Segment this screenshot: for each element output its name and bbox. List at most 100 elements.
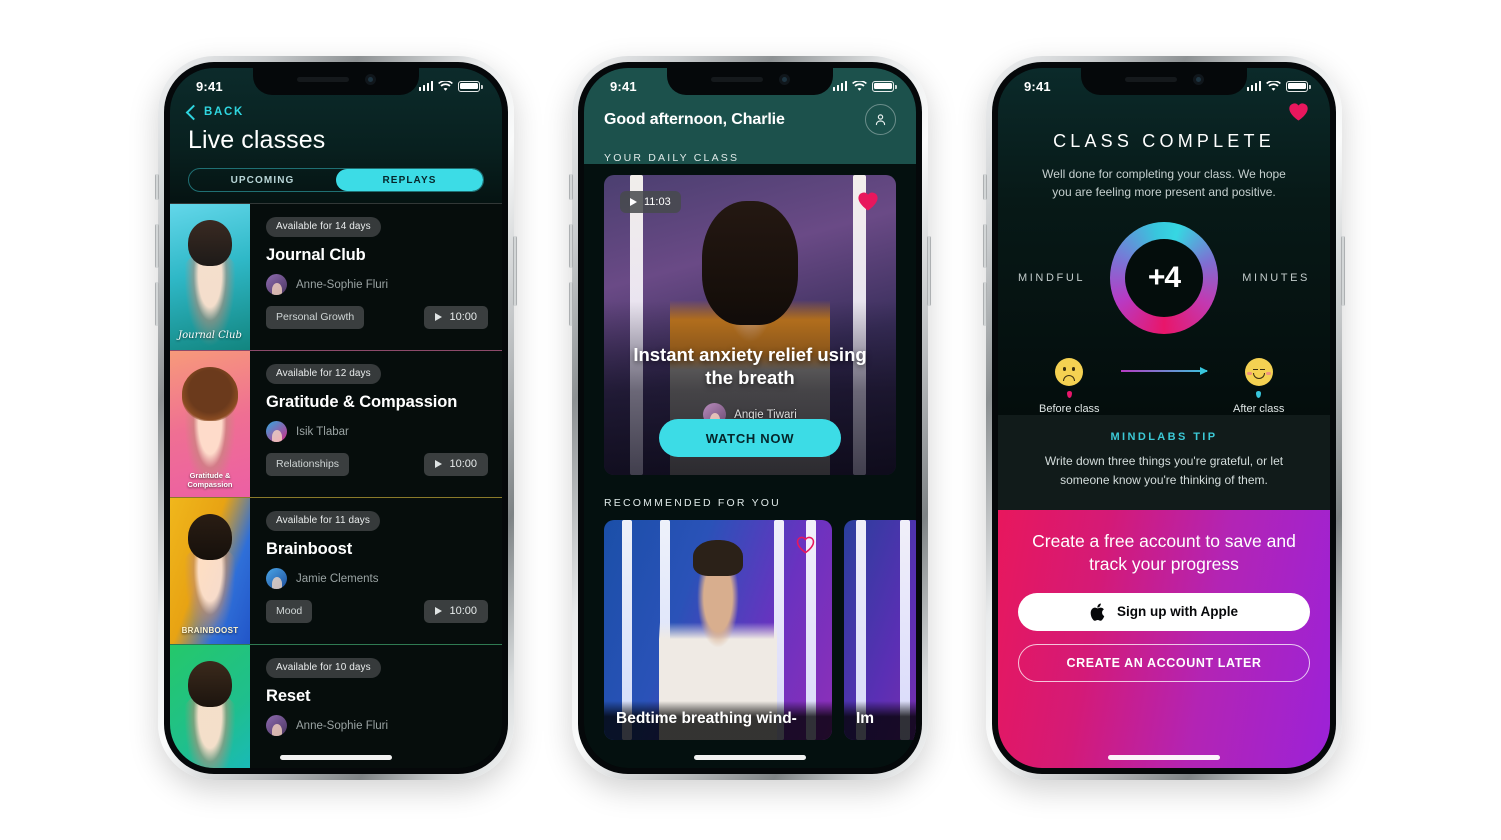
phone-home: Good afternoon, Charlie YOUR DAILY CLASS [569, 56, 931, 780]
class-thumbnail: Gratitude & Compassion [170, 351, 250, 497]
section-label-recommended: RECOMMENDED FOR YOU [604, 497, 781, 509]
device-notch [253, 68, 419, 95]
teacher-name: Anne-Sophie Fluri [296, 719, 389, 732]
recommended-card[interactable]: Im [844, 520, 916, 740]
power-button[interactable] [927, 236, 931, 306]
daily-class-card[interactable]: 11:03 Instant anxiety relief using the b… [604, 175, 896, 475]
mood-after: After class [1207, 353, 1310, 415]
recommended-carousel[interactable]: Bedtime breathing wind- Im [604, 520, 916, 740]
duration-badge[interactable]: 10:00 [424, 306, 488, 329]
mute-switch[interactable] [155, 174, 159, 200]
teacher-row: Jamie Clements [266, 568, 488, 589]
list-item[interactable]: Journal Club Available for 14 days Journ… [170, 203, 502, 350]
sign-up-with-apple-button[interactable]: Sign up with Apple [1018, 592, 1310, 631]
battery-icon [1286, 80, 1311, 92]
apple-button-label: Sign up with Apple [1117, 604, 1238, 620]
ring-center: +4 [1124, 239, 1203, 318]
volume-up-button[interactable] [155, 224, 159, 268]
list-item[interactable]: BRAINBOOST Available for 11 days Brainbo… [170, 497, 502, 644]
mindful-minutes-stat: MINDFUL +4 MINUTES [1018, 219, 1310, 337]
favorite-button[interactable] [1018, 100, 1310, 123]
duration-label: 11:03 [644, 196, 671, 208]
class-title: Reset [266, 687, 311, 705]
volume-up-button[interactable] [569, 224, 573, 268]
earpiece-speaker [296, 77, 349, 82]
duration-badge[interactable]: 10:00 [424, 453, 488, 476]
screen-class-complete: CLASS COMPLETE Well done for completing … [998, 68, 1330, 768]
page-title: CLASS COMPLETE [1053, 131, 1275, 151]
earpiece-speaker [710, 77, 763, 82]
portrait-hair [188, 220, 232, 266]
recommended-card[interactable]: Bedtime breathing wind- [604, 520, 832, 740]
category-chip[interactable]: Mood [266, 600, 313, 623]
home-indicator[interactable] [694, 755, 806, 760]
volume-down-button[interactable] [569, 282, 573, 326]
happy-face-icon [1244, 358, 1273, 387]
screen-live-classes: BACK Live classes UPCOMING REPLAYS Journ… [170, 68, 502, 768]
sad-face-icon [1055, 358, 1084, 387]
back-button[interactable]: BACK [185, 102, 484, 120]
favorite-button[interactable] [856, 189, 880, 218]
daily-class-title: Instant anxiety relief using the breath [633, 344, 867, 389]
category-chip[interactable]: Personal Growth [266, 306, 365, 329]
battery-icon [458, 80, 483, 92]
home-indicator[interactable] [280, 755, 392, 760]
home-view: Good afternoon, Charlie YOUR DAILY CLASS [584, 68, 916, 768]
category-chip[interactable]: Relationships [266, 453, 350, 476]
screenshot-stage: BACK Live classes UPCOMING REPLAYS Journ… [0, 0, 1501, 840]
duration-label: 10:00 [449, 458, 477, 470]
signup-cta-section: Create a free account to save and track … [998, 509, 1330, 768]
heart-icon [858, 192, 878, 211]
class-info: Available for 12 days Gratitude & Compas… [250, 351, 502, 497]
front-camera [364, 74, 376, 85]
volume-down-button[interactable] [983, 282, 987, 326]
list-item[interactable]: Available for 10 days Reset Anne-Sophie … [170, 644, 502, 768]
recommended-section: RECOMMENDED FOR YOU Bedtime breathing wi… [584, 497, 916, 740]
phone-class-complete: CLASS COMPLETE Well done for completing … [983, 56, 1345, 780]
stat-value: +4 [1147, 261, 1181, 295]
account-button[interactable] [865, 104, 896, 135]
status-indicators [1246, 80, 1311, 92]
tab-replays[interactable]: REPLAYS [336, 169, 483, 191]
avatar [266, 274, 287, 295]
person-icon [875, 114, 886, 126]
play-icon [435, 460, 443, 468]
watch-now-button[interactable]: WATCH NOW [659, 419, 841, 457]
recommended-card-footer: Im [844, 701, 916, 740]
tip-body: Write down three things you're grateful,… [1044, 454, 1284, 488]
phone-bezel: Good afternoon, Charlie YOUR DAILY CLASS [578, 62, 922, 774]
daily-class-wrap: 11:03 Instant anxiety relief using the b… [584, 175, 916, 475]
tip-heading: MINDLABS TIP [1110, 431, 1218, 444]
list-item[interactable]: Gratitude & Compassion Available for 12 … [170, 350, 502, 497]
teacher-row: Anne-Sophie Fluri [266, 274, 488, 295]
power-button[interactable] [1341, 236, 1345, 306]
class-thumbnail: BRAINBOOST [170, 498, 250, 644]
cellular-signal-icon [418, 81, 433, 91]
instructor-hair [693, 540, 743, 576]
duration-label: 10:00 [449, 311, 477, 323]
avatar [266, 568, 287, 589]
create-account-later-button[interactable]: CREATE AN ACCOUNT LATER [1018, 643, 1310, 682]
volume-down-button[interactable] [155, 282, 159, 326]
mood-comparison: Before class After class [1018, 353, 1310, 415]
tip-section: MINDLABS TIP Write down three things you… [998, 415, 1330, 510]
mute-switch[interactable] [983, 174, 987, 200]
mute-switch[interactable] [569, 174, 573, 200]
tab-upcoming[interactable]: UPCOMING [189, 169, 336, 191]
mood-after-label: After class [1233, 403, 1285, 416]
stat-label-left: MINDFUL [1018, 272, 1086, 285]
class-list[interactable]: Journal Club Available for 14 days Journ… [170, 203, 502, 768]
favorite-button[interactable] [795, 534, 816, 560]
duration-badge[interactable]: 10:00 [424, 600, 488, 623]
page-title: Live classes [188, 126, 326, 154]
volume-up-button[interactable] [983, 224, 987, 268]
greeting-row: Good afternoon, Charlie [604, 104, 896, 135]
status-indicators [832, 80, 897, 92]
home-indicator[interactable] [1108, 755, 1220, 760]
greeting-text: Good afternoon, Charlie [604, 110, 785, 128]
thumbnail-caption: Journal Club [178, 329, 242, 341]
avatar [266, 421, 287, 442]
power-button[interactable] [513, 236, 517, 306]
battery-icon [872, 80, 897, 92]
wifi-icon [1266, 80, 1281, 91]
